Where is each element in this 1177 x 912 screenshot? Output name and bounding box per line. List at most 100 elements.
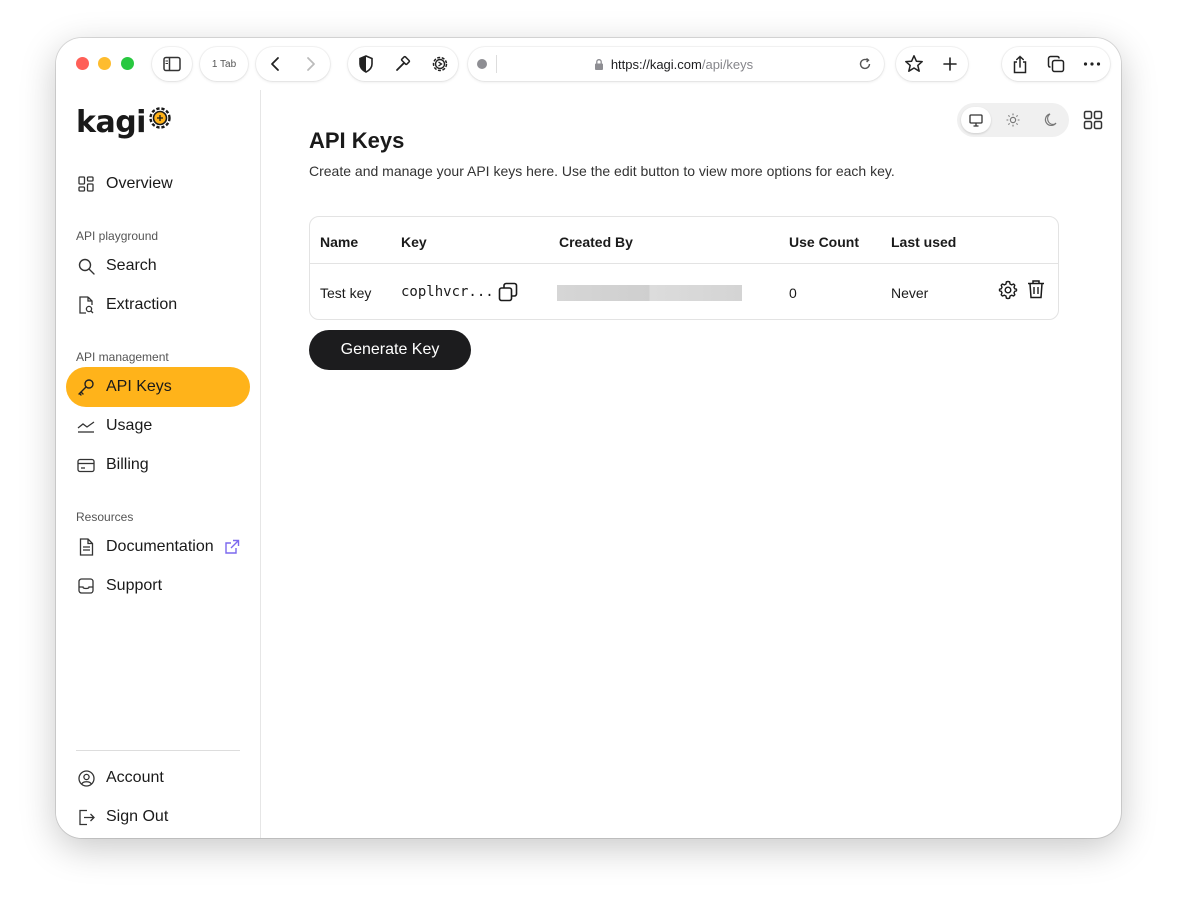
sidebar-item-label: Account (106, 769, 164, 786)
use-count-cell: 0 (789, 285, 797, 301)
sidebar-item-search[interactable]: Search (66, 246, 250, 286)
sidebar-item-billing[interactable]: Billing (66, 445, 250, 485)
browser-window: 1 Tab https://kagi.com/api/keys kagi Ove… (56, 38, 1121, 838)
edit-key-button[interactable] (998, 280, 1018, 300)
copy-key-button[interactable] (498, 282, 518, 302)
url-host: https://kagi.com (610, 56, 702, 72)
share-icon (1013, 54, 1027, 73)
inbox-icon (77, 577, 95, 595)
last-used-cell: Never (891, 285, 929, 301)
extension-settings-button[interactable] (425, 49, 455, 79)
column-header-name: Name (320, 234, 359, 250)
lock-icon (594, 58, 603, 70)
sidebar-item-api-keys[interactable]: API Keys (66, 367, 250, 407)
back-button[interactable] (260, 49, 290, 79)
share-button[interactable] (1005, 49, 1035, 79)
section-label-resources: Resources (76, 510, 134, 524)
shield-icon (359, 55, 374, 73)
plus-icon (943, 57, 957, 71)
hammer-icon (396, 55, 411, 71)
created-by-redacted (557, 285, 742, 301)
main-content: API Keys Create and manage your API keys… (261, 90, 1121, 838)
theme-dark-button[interactable] (1035, 107, 1065, 133)
external-link-icon (224, 539, 240, 555)
privacy-shield-button[interactable] (351, 49, 381, 79)
url-path: /api/keys (701, 56, 754, 72)
zoom-window-button[interactable] (121, 57, 134, 70)
new-tab-button[interactable] (935, 49, 965, 79)
tab-count: 1 Tab (211, 58, 237, 70)
window-actions-group (1002, 47, 1110, 81)
bookmark-group (896, 47, 968, 81)
moon-icon (1044, 113, 1057, 127)
sidebar-icon (163, 56, 181, 72)
close-window-button[interactable] (76, 57, 89, 70)
star-icon (905, 55, 923, 72)
sidebar-item-label: Support (106, 577, 163, 594)
address-bar[interactable]: https://kagi.com/api/keys (468, 47, 884, 81)
column-header-use-count: Use Count (789, 234, 859, 250)
sidebar-item-sign-out[interactable]: Sign Out (66, 797, 250, 837)
gear-icon (998, 280, 1018, 300)
sidebar-item-label: Overview (106, 175, 173, 192)
trash-icon (1028, 280, 1044, 299)
sidebar-item-extraction[interactable]: Extraction (66, 285, 250, 325)
sidebar-item-usage[interactable]: Usage (66, 406, 250, 446)
delete-key-button[interactable] (1027, 279, 1045, 299)
page-title: API Keys (309, 128, 405, 153)
minimize-window-button[interactable] (98, 57, 111, 70)
theme-system-button[interactable] (960, 107, 991, 133)
sidebar-item-documentation[interactable]: Documentation (66, 527, 250, 567)
reload-button[interactable] (850, 49, 880, 79)
copy-tabs-icon (1047, 55, 1065, 73)
sidebar-item-label: Extraction (106, 296, 178, 313)
sidebar-item-label: Sign Out (106, 808, 169, 825)
sign-out-icon (77, 808, 95, 826)
column-header-key: Key (401, 234, 427, 250)
header-divider (310, 263, 1058, 264)
sidebar-item-support[interactable]: Support (66, 566, 250, 606)
section-label-playground: API playground (76, 229, 159, 243)
sidebar-item-overview[interactable]: Overview (66, 164, 250, 204)
theme-switcher (957, 103, 1069, 137)
sidebar-toggle-button[interactable] (152, 47, 192, 81)
grid-icon (77, 175, 95, 193)
generate-key-button[interactable]: Generate Key (309, 330, 471, 370)
url-display: https://kagi.com/api/keys (497, 57, 850, 72)
reload-icon (859, 57, 871, 70)
copy-icon (498, 282, 518, 302)
credit-card-icon (77, 456, 95, 474)
sidebar-item-label: Documentation (106, 538, 214, 555)
sidebar-item-label: Search (106, 257, 157, 274)
column-header-created-by: Created By (559, 234, 633, 250)
key-name-cell: Test key (320, 285, 372, 301)
history-nav (256, 47, 330, 81)
tabs-overview-button[interactable] (1041, 49, 1071, 79)
document-search-icon (77, 296, 95, 314)
logo-text: kagi (76, 105, 146, 140)
bookmark-button[interactable] (899, 49, 929, 79)
sidebar-item-label: Usage (106, 417, 153, 434)
sidebar-item-label: Billing (106, 456, 149, 473)
extensions-group (348, 47, 458, 81)
search-icon (77, 257, 95, 275)
chevron-left-icon (271, 57, 279, 71)
extension-hammer-button[interactable] (388, 49, 418, 79)
api-keys-table: Name Key Created By Use Count Last used … (309, 216, 1059, 320)
gear-icon (432, 56, 447, 72)
forward-button[interactable] (296, 49, 326, 79)
more-button[interactable] (1077, 49, 1107, 79)
section-label-management: API management (76, 350, 169, 364)
sun-icon (1006, 113, 1020, 127)
kagi-logo[interactable]: kagi (76, 104, 172, 142)
chevron-right-icon (307, 57, 315, 71)
tab-overview-button[interactable]: 1 Tab (200, 47, 248, 81)
sidebar-item-label: API Keys (106, 378, 172, 395)
app-menu-button[interactable] (1083, 110, 1103, 130)
theme-light-button[interactable] (998, 107, 1028, 133)
chart-line-icon (77, 417, 95, 435)
sidebar: kagi Overview API playground Search Extr… (56, 90, 261, 838)
key-value-cell: coplhvcr... (401, 284, 494, 300)
sidebar-item-account[interactable]: Account (66, 758, 250, 798)
page-status-dot (477, 59, 487, 69)
